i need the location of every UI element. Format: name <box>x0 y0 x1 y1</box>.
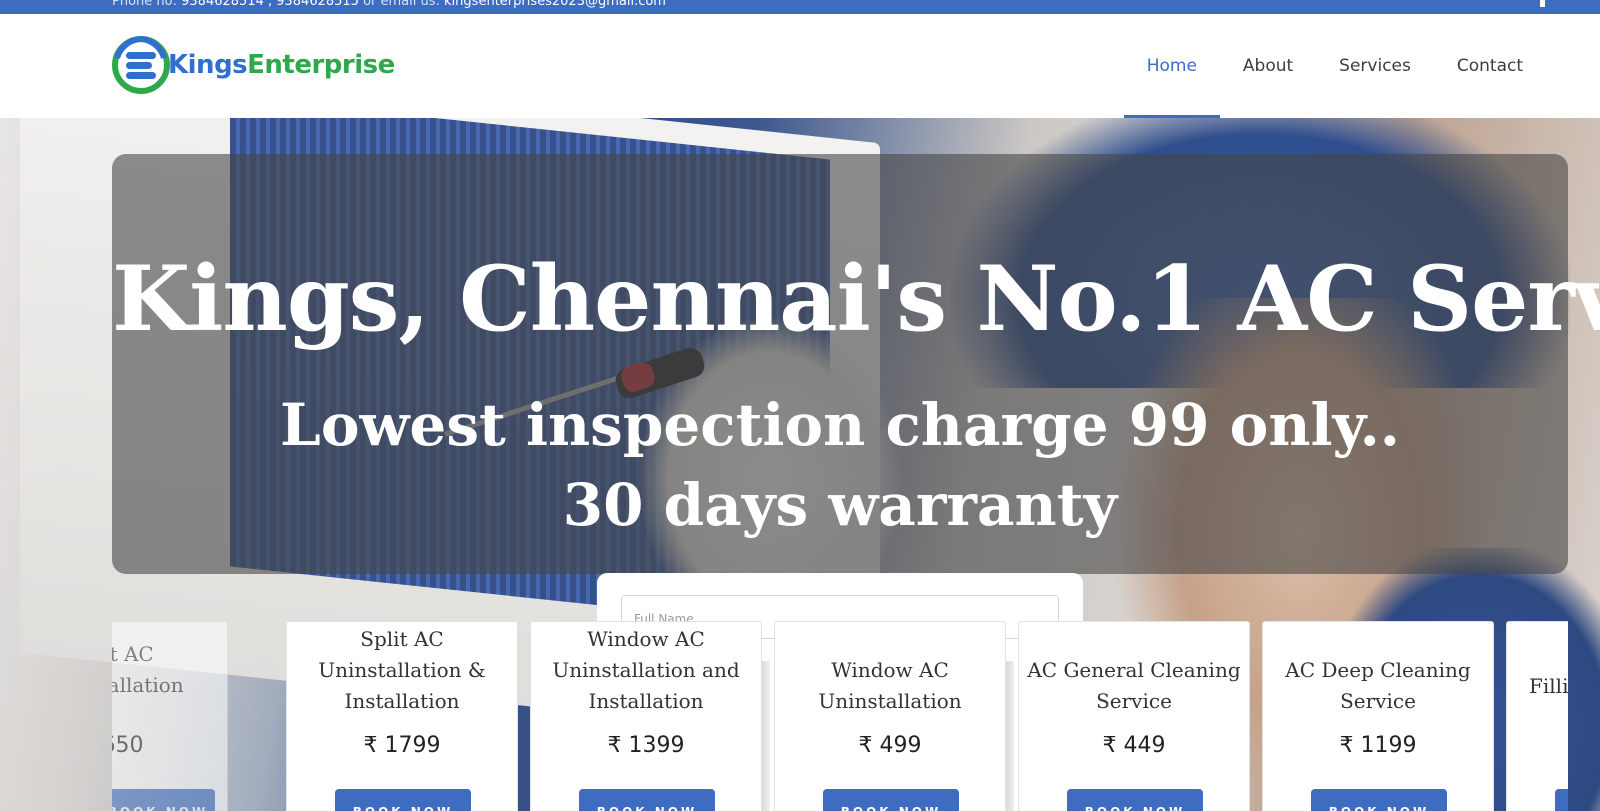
nav-contact[interactable]: Contact <box>1434 14 1546 118</box>
phone-prefix: Phone no: <box>112 0 177 9</box>
logo-text: KingsEnterprise <box>168 50 395 80</box>
logo-text-kings: Kings <box>168 50 248 80</box>
nav-about[interactable]: About <box>1220 14 1316 118</box>
service-card-name: Split AC Uninstallation & Installation <box>318 626 486 713</box>
service-card-price: ₹ 449 <box>1102 733 1166 758</box>
services-carousel: Split AC Uninstallation ₹ 650 BOOK NOW S… <box>112 621 1568 811</box>
book-now-button[interactable]: BOOK NOW <box>335 789 471 811</box>
service-card-name: Window AC Uninstallation <box>818 658 962 713</box>
book-now-button[interactable]: BOOK NOW <box>112 789 215 811</box>
service-card[interactable]: Filli BOOK NOW <box>1506 621 1568 811</box>
service-card-name: AC Deep Cleaning Service <box>1285 658 1471 713</box>
site-header: KingsEnterprise Home About Services Cont… <box>0 14 1600 118</box>
service-card-name: Split AC Uninstallation <box>112 642 184 697</box>
book-now-button[interactable]: BOOK NOW <box>823 789 959 811</box>
book-now-button[interactable]: BOOK NOW <box>1067 789 1203 811</box>
hero-text-panel: Kings, Chennai's No.1 AC Service Lowest … <box>112 154 1600 574</box>
top-contact-bar: Phone no: 9384628514 , 9384628515 or ema… <box>0 0 1600 14</box>
nav-home[interactable]: Home <box>1123 14 1221 118</box>
service-card-price: ₹ 650 <box>112 733 144 758</box>
hero-subtitle-warranty: 30 days warranty <box>562 471 1118 539</box>
logo-text-enterprise: Enterprise <box>247 50 395 80</box>
book-now-button[interactable]: BOOK NOW <box>1311 789 1447 811</box>
logo[interactable]: KingsEnterprise <box>112 36 395 94</box>
nav-services[interactable]: Services <box>1316 14 1434 118</box>
email-link[interactable]: kingsenterprises2023@gmail.com <box>444 0 666 9</box>
contact-info: Phone no: 9384628514 , 9384628515 or ema… <box>112 0 666 9</box>
hero-title: Kings, Chennai's No.1 AC Service <box>112 246 1600 352</box>
service-card-price: ₹ 499 <box>858 733 922 758</box>
hero-subtitle-inspection: Lowest inspection charge 99 only.. <box>280 391 1400 459</box>
service-card[interactable]: Window AC Uninstallation and Installatio… <box>530 621 762 811</box>
book-now-button[interactable]: BOOK NOW <box>1555 789 1568 811</box>
email-prefix: or email us: <box>363 0 440 9</box>
service-card-price: ₹ 1799 <box>363 733 441 758</box>
service-card-name: Window AC Uninstallation and Installatio… <box>552 626 740 713</box>
service-card-price: ₹ 1199 <box>1339 733 1417 758</box>
book-now-button[interactable]: BOOK NOW <box>579 789 715 811</box>
service-card[interactable]: AC General Cleaning Service ₹ 449 BOOK N… <box>1018 621 1250 811</box>
service-card[interactable]: Split AC Uninstallation & Installation ₹… <box>286 621 518 811</box>
service-card-price: ₹ 1399 <box>607 733 685 758</box>
phone-numbers[interactable]: 9384628514 , 9384628515 <box>181 0 359 9</box>
logo-mark-icon <box>112 36 170 94</box>
service-card-name: AC General Cleaning Service <box>1027 658 1241 713</box>
service-card-name: Filli <box>1529 673 1568 698</box>
service-card[interactable]: Window AC Uninstallation ₹ 499 BOOK NOW <box>774 621 1006 811</box>
main-nav: Home About Services Contact <box>1123 14 1546 118</box>
service-card[interactable]: AC Deep Cleaning Service ₹ 1199 BOOK NOW <box>1262 621 1494 811</box>
social-icon[interactable] <box>1540 0 1545 7</box>
service-card[interactable]: Split AC Uninstallation ₹ 650 BOOK NOW <box>112 621 228 811</box>
